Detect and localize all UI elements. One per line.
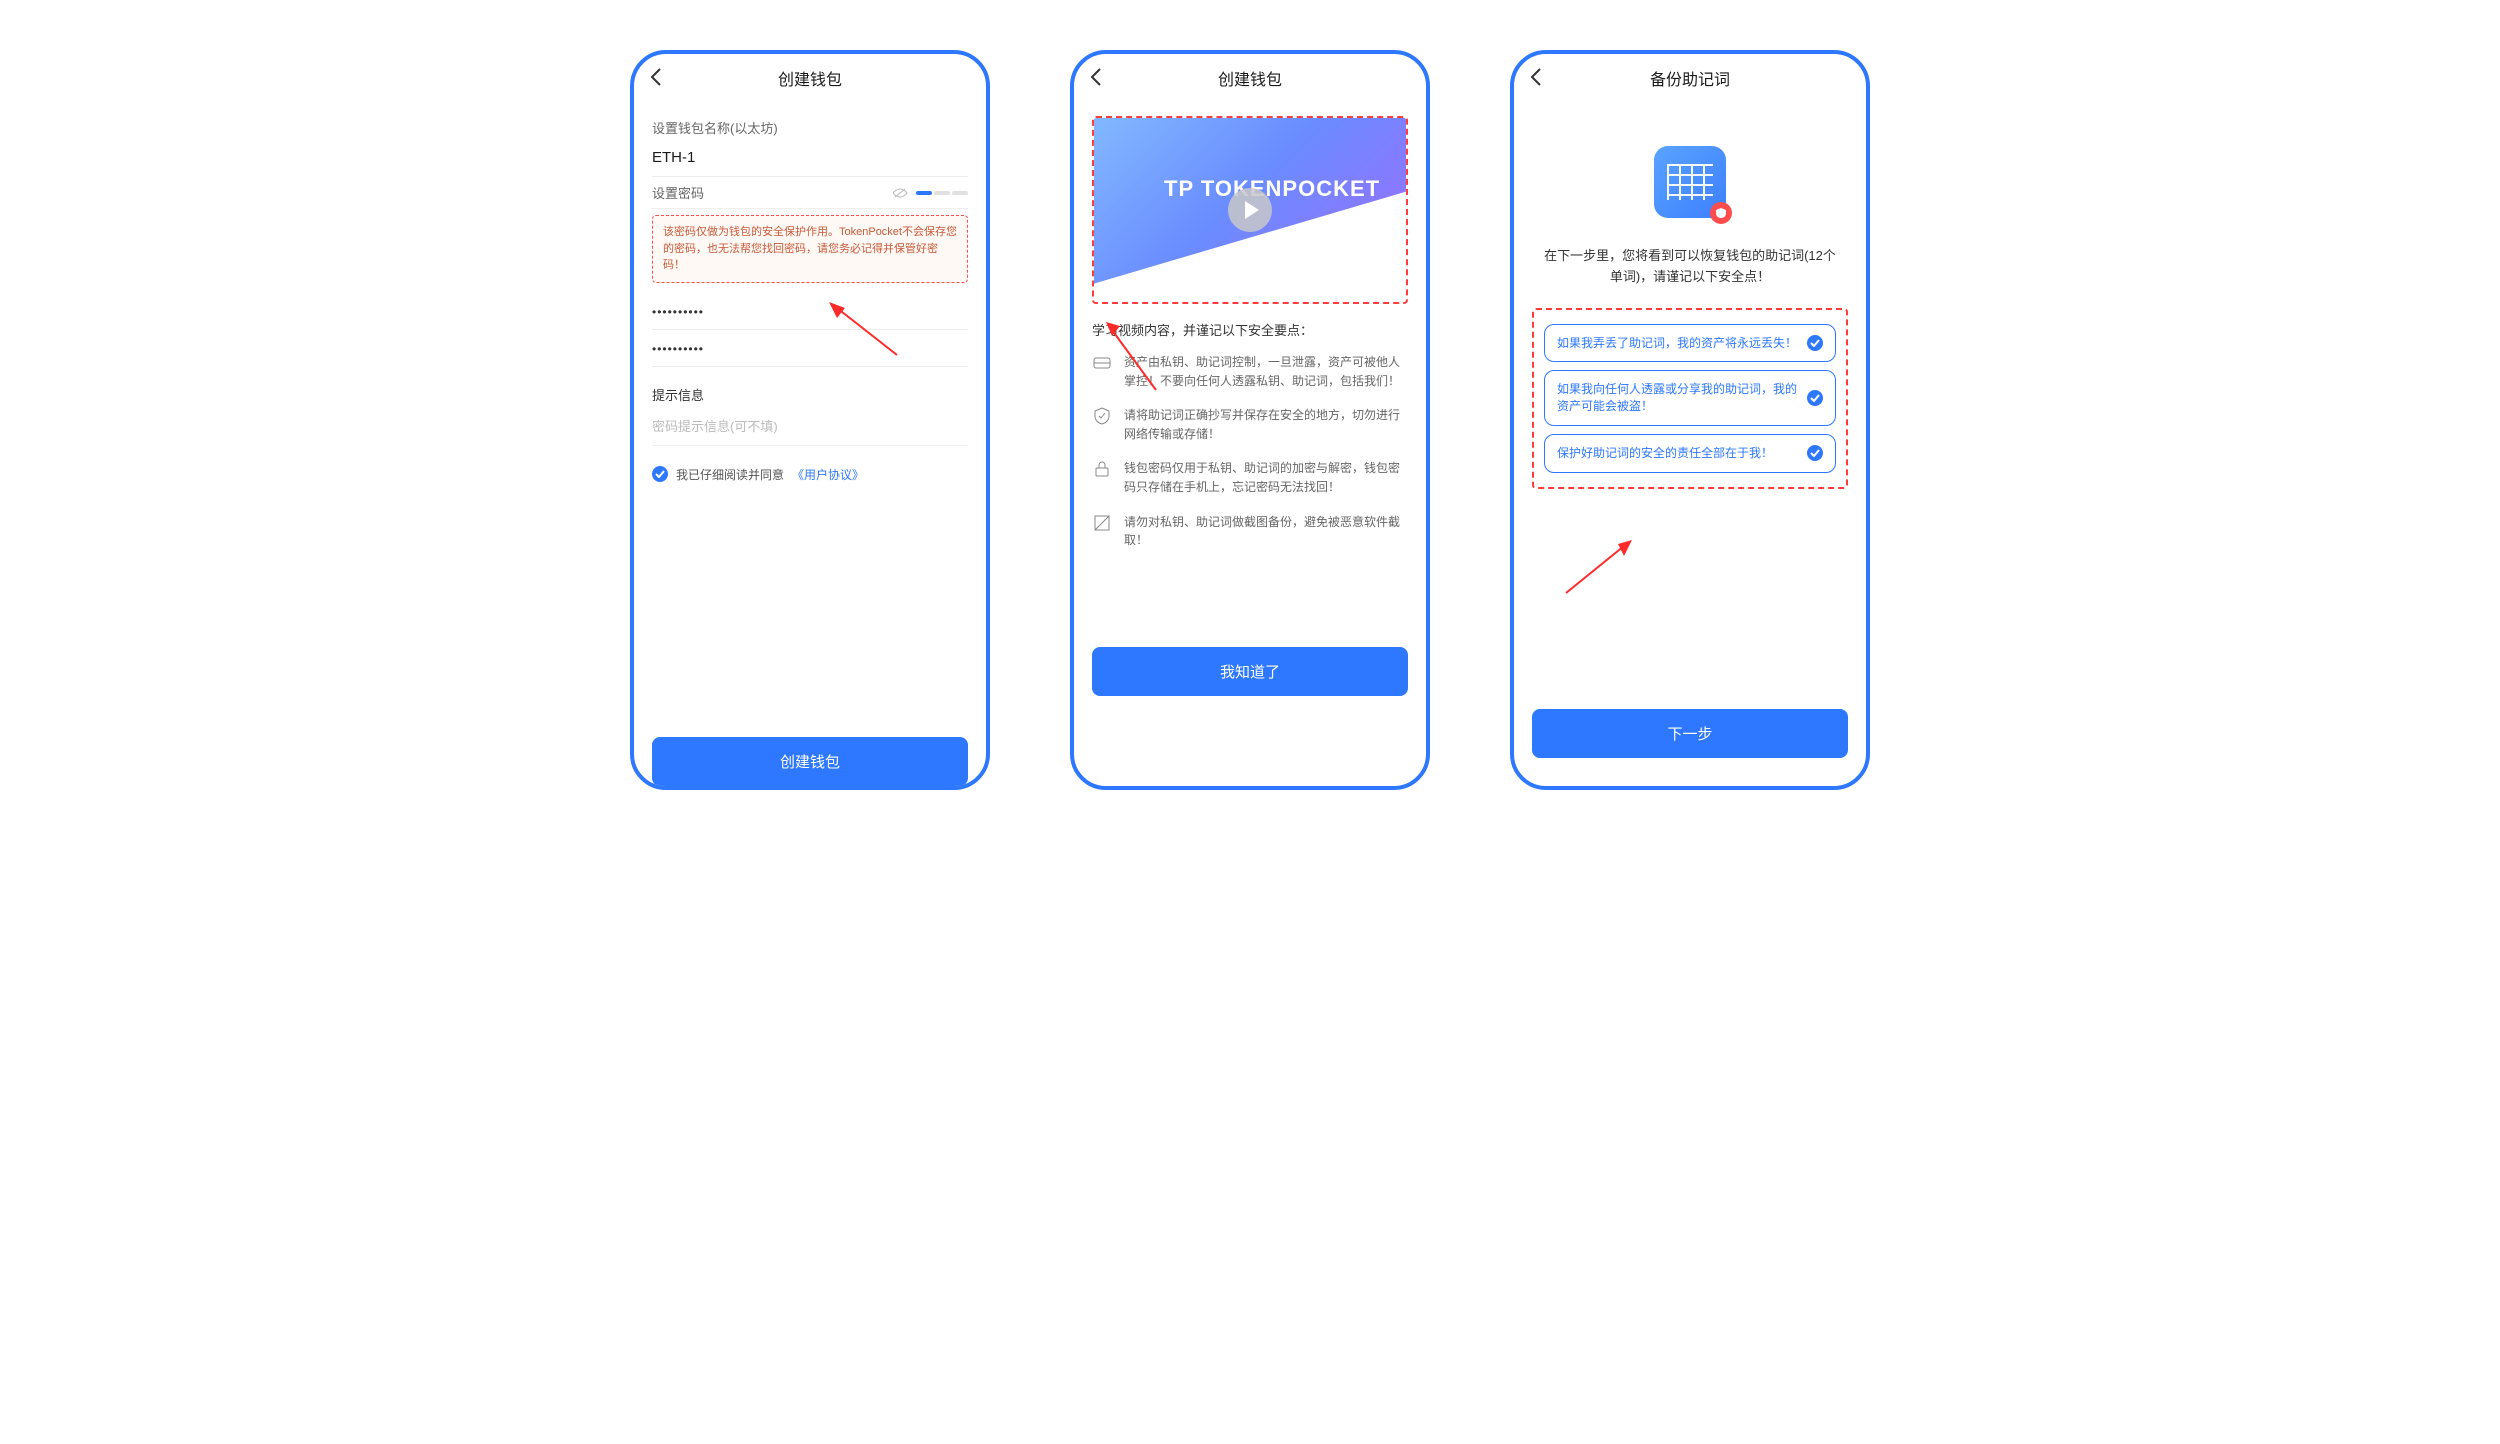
tokenpocket-logo: TP TOKENPOCKET: [1164, 176, 1380, 202]
confirm-item[interactable]: 保护好助记词的安全的责任全部在于我！: [1544, 434, 1836, 473]
wallet-name-label: 设置钱包名称(以太坊): [652, 118, 968, 137]
play-icon[interactable]: [1228, 188, 1272, 232]
header: 创建钱包: [1074, 54, 1426, 102]
password-section: 设置密码: [652, 177, 968, 209]
shield-check-icon: [1092, 406, 1112, 426]
header: 备份助记词: [1514, 54, 1866, 102]
check-icon: [1807, 390, 1823, 406]
tip-text: 请将助记词正确抄写并保存在安全的地方，切勿进行网络传输或存储！: [1124, 406, 1408, 443]
key-icon: [1092, 353, 1112, 373]
create-wallet-button[interactable]: 创建钱包: [652, 737, 968, 786]
next-step-button[interactable]: 下一步: [1532, 709, 1848, 758]
page-title: 创建钱包: [1218, 66, 1282, 90]
confirmation-group: 如果我弄丢了助记词，我的资产将永远丢失！ 如果我向任何人透露或分享我的助记词，我…: [1532, 308, 1848, 489]
page-title: 创建钱包: [778, 66, 842, 90]
header: 创建钱包: [634, 54, 986, 102]
tip-text: 资产由私钥、助记词控制，一旦泄露，资产可被他人掌控！不要向任何人透露私钥、助记词…: [1124, 353, 1408, 390]
hint-label: 提示信息: [652, 385, 968, 404]
password-input[interactable]: ••••••••••: [652, 293, 968, 330]
phone-backup-mnemonic: 备份助记词 在下一步里，您将看到可以恢复钱包的助记词(12个单词)，请谨记以下安…: [1510, 50, 1870, 790]
hint-input[interactable]: 密码提示信息(可不填): [652, 412, 968, 446]
tutorial-video[interactable]: TP TOKENPOCKET: [1092, 116, 1408, 304]
password-label: 设置密码: [652, 183, 704, 202]
agreement-link[interactable]: 《用户协议》: [792, 466, 864, 483]
eye-hidden-icon[interactable]: [892, 187, 908, 199]
tip-text: 钱包密码仅用于私钥、助记词的加密与解密，钱包密码只存储在手机上，忘记密码无法找回…: [1124, 459, 1408, 496]
confirm-text: 保护好助记词的安全的责任全部在于我！: [1557, 445, 1773, 462]
tips-title: 学习视频内容，并谨记以下安全要点：: [1092, 320, 1408, 339]
password-warning-box: 该密码仅做为钱包的安全保护作用。TokenPocket不会保存您的密码，也无法帮…: [652, 215, 968, 283]
phone-create-wallet-form: 创建钱包 设置钱包名称(以太坊) ETH-1 设置密码 该密码仅做为钱包的安全保…: [630, 50, 990, 790]
tip-item: 请勿对私钥、助记词做截图备份，避免被恶意软件截取！: [1092, 513, 1408, 550]
tip-item: 钱包密码仅用于私钥、助记词的加密与解密，钱包密码只存储在手机上，忘记密码无法找回…: [1092, 459, 1408, 496]
check-icon: [1807, 445, 1823, 461]
confirm-item[interactable]: 如果我弄丢了助记词，我的资产将永远丢失！: [1544, 324, 1836, 363]
confirm-text: 如果我向任何人透露或分享我的助记词，我的资产可能会被盗！: [1557, 381, 1797, 415]
shield-icon: [1710, 202, 1732, 224]
wallet-name-input[interactable]: ETH-1: [652, 145, 968, 177]
confirm-text: 如果我弄丢了助记词，我的资产将永远丢失！: [1557, 335, 1797, 352]
lock-icon: [1092, 459, 1112, 479]
annotation-arrow-icon: [1564, 540, 1634, 595]
content: 设置钱包名称(以太坊) ETH-1 设置密码 该密码仅做为钱包的安全保护作用。T…: [634, 102, 986, 713]
check-icon: [1807, 335, 1823, 351]
screenshot-warning-icon: [1092, 513, 1112, 533]
acknowledge-button[interactable]: 我知道了: [1092, 647, 1408, 696]
agreement-row[interactable]: 我已仔细阅读并同意 《用户协议》: [652, 466, 968, 483]
page-title: 备份助记词: [1650, 66, 1730, 90]
tip-text: 请勿对私钥、助记词做截图备份，避免被恶意软件截取！: [1124, 513, 1408, 550]
back-button[interactable]: [1530, 68, 1550, 88]
phone-security-tips: 创建钱包 TP TOKENPOCKET 学习视频内容，并谨记以下安全要点： 资产…: [1070, 50, 1430, 790]
tip-item: 资产由私钥、助记词控制，一旦泄露，资产可被他人掌控！不要向任何人透露私钥、助记词…: [1092, 353, 1408, 390]
content: 在下一步里，您将看到可以恢复钱包的助记词(12个单词)，请谨记以下安全点！ 如果…: [1514, 102, 1866, 786]
agreement-text: 我已仔细阅读并同意: [676, 466, 784, 483]
intro-text: 在下一步里，您将看到可以恢复钱包的助记词(12个单词)，请谨记以下安全点！: [1532, 246, 1848, 288]
agreement-checkbox[interactable]: [652, 466, 668, 482]
password-confirm-input[interactable]: ••••••••••: [652, 330, 968, 367]
back-button[interactable]: [1090, 68, 1110, 88]
tip-item: 请将助记词正确抄写并保存在安全的地方，切勿进行网络传输或存储！: [1092, 406, 1408, 443]
password-strength-meter: [892, 187, 968, 199]
back-button[interactable]: [650, 68, 670, 88]
confirm-item[interactable]: 如果我向任何人透露或分享我的助记词，我的资产可能会被盗！: [1544, 370, 1836, 426]
mnemonic-grid-icon: [1654, 146, 1726, 218]
